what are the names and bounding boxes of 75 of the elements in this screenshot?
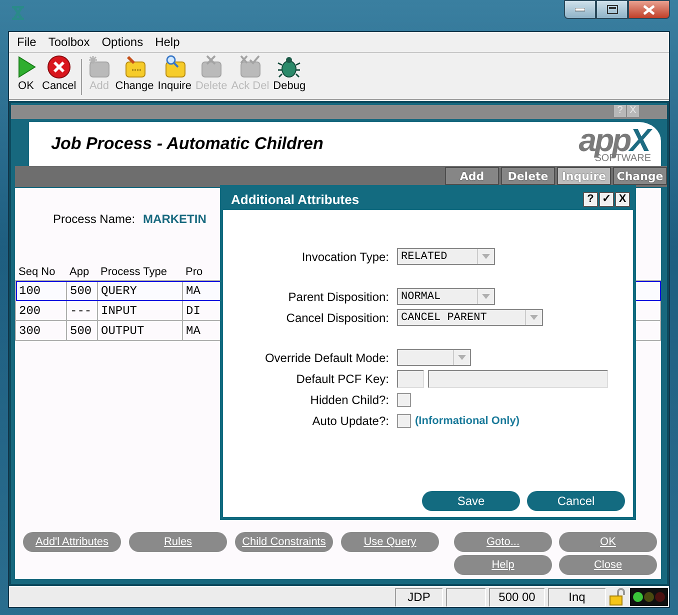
caret-icon [482,294,490,299]
cancel-icon [47,55,72,79]
field-label: Process Name: [53,212,136,226]
table-cell: 500 [66,280,98,300]
table-cell: --- [66,300,98,320]
dropdown[interactable]: RELATED [397,248,495,265]
field-label: Override Default Mode: [264,350,390,364]
action-button[interactable]: Use Query [341,532,439,552]
menu-item[interactable]: Options [96,35,150,49]
field-label: Invocation Type: [300,250,390,264]
status-field [446,588,486,606]
table-cell: INPUT [98,300,182,320]
minimize-icon [575,8,585,12]
table-cell: OUTPUT [98,320,182,340]
field-label: Default PCF Key: [295,372,390,386]
table-cell: 200 [16,300,66,320]
title-button[interactable]: X [615,192,630,206]
caret-icon [530,315,538,320]
field-label: Auto Update?: [311,414,390,428]
note-text: (Informational Only) [415,414,520,426]
mode-tab[interactable]: Change [613,167,667,185]
minimize-button[interactable] [564,0,596,19]
input-field[interactable] [428,370,608,388]
field-label: Hidden Child?: [309,392,390,406]
column-header: App [66,266,98,280]
checkbox[interactable] [397,414,411,428]
title-button[interactable]: ✓ [599,192,614,206]
lock-icon [609,588,627,606]
action-button[interactable]: Goto... [454,532,552,552]
field-value: MARKETIN [143,212,206,226]
dialog-title: Additional Attributes [231,192,360,206]
column-header: Process Type [98,266,182,280]
column-header: Seq No [16,266,66,280]
input-field[interactable] [397,370,424,388]
toolbar-button[interactable]: Change [113,55,156,92]
mode-tab[interactable]: Delete [501,167,555,185]
title-button[interactable]: ? [583,192,598,206]
page-title: Job Process - Automatic Children [51,134,324,154]
toolbar-button[interactable]: OK [12,55,40,92]
close-button[interactable] [628,0,670,19]
dialog-button[interactable]: Save [422,491,520,511]
dropdown[interactable]: NORMAL [397,288,495,305]
status-lights-icon [630,588,668,606]
action-button[interactable]: Child Constraints [235,532,333,552]
toolbar-button[interactable]: Cancel [40,55,78,92]
menu-item[interactable]: Help [149,35,186,49]
table-cell: QUERY [98,280,182,300]
status-field: JDP [395,588,443,606]
delete-icon [199,55,224,79]
dropdown[interactable] [397,349,471,366]
action-button[interactable]: OK [559,532,657,552]
maximize-icon [606,5,618,14]
action-button[interactable]: Rules [129,532,227,552]
toolbar-button[interactable]: Debug [271,55,308,92]
action-button[interactable]: Add'l Attributes [23,532,121,552]
status-field: 500 00 [489,588,545,606]
caret-icon [458,355,466,360]
column-header: Pro [182,266,660,280]
dialog-button[interactable]: Cancel [527,491,625,511]
dropdown[interactable]: CANCEL PARENT [397,309,543,326]
checkbox[interactable] [397,392,411,406]
maximize-button[interactable] [596,0,628,19]
action-button[interactable]: Close [559,555,657,575]
mode-tab[interactable]: Add [445,167,499,185]
menu-item[interactable]: File [11,35,42,49]
action-button[interactable]: Help [454,555,552,575]
table-cell: 100 [16,280,66,300]
status-field: Inq [548,588,606,606]
menu-item[interactable]: Toolbox [42,35,96,49]
caret-icon [482,254,490,259]
toolbar-button[interactable]: Inquire [156,55,194,92]
table-cell: 500 [66,320,98,340]
close-icon [643,4,655,14]
table-cell: 300 [16,320,66,340]
field-label: Parent Disposition: [287,290,390,304]
